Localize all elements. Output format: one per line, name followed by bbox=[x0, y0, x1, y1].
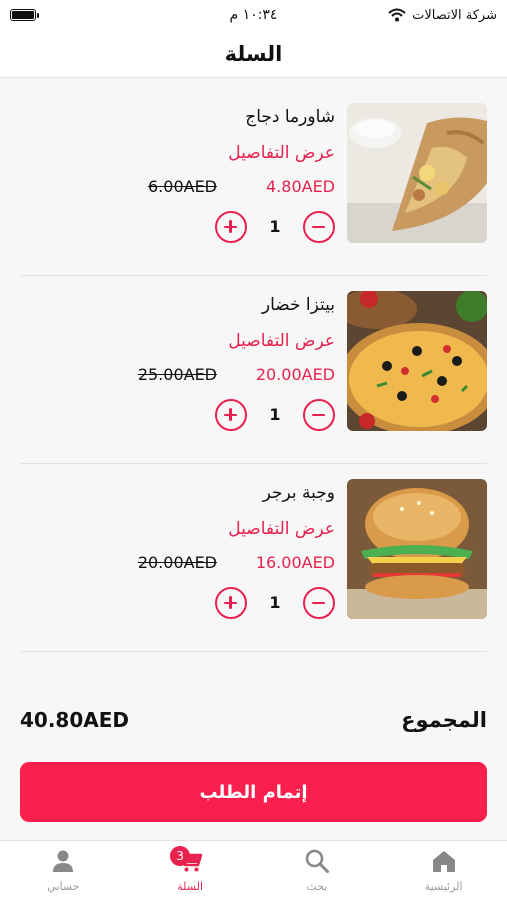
app-header: السلة bbox=[0, 30, 507, 78]
tab-label: السلة bbox=[177, 880, 203, 893]
product-image-burger[interactable] bbox=[347, 479, 487, 619]
page-title: السلة bbox=[224, 41, 283, 66]
item-old-price: 6.00AED bbox=[148, 177, 217, 196]
tab-label: الرئيسية bbox=[424, 880, 463, 893]
item-old-price: 20.00AED bbox=[137, 553, 217, 572]
item-name: شاورما دجاج bbox=[245, 107, 335, 127]
decrease-quantity-button[interactable] bbox=[303, 587, 335, 619]
cart-list: شاورما دجاج عرض التفاصيل 4.80AED 6.00AED… bbox=[20, 88, 487, 652]
item-price: 16.00AED bbox=[255, 553, 335, 572]
item-price: 4.80AED bbox=[266, 177, 335, 196]
tab-label: حسابي bbox=[47, 880, 80, 893]
view-details-link[interactable]: عرض التفاصيل bbox=[228, 519, 335, 539]
item-name: وجبة برجر bbox=[262, 483, 335, 503]
quantity-stepper: 1 bbox=[215, 211, 335, 245]
tab-search[interactable]: بحث bbox=[254, 841, 381, 900]
total-value: 40.80AED bbox=[20, 708, 130, 732]
item-old-price: 25.00AED bbox=[137, 365, 217, 384]
cart-item: بيتزا خضار عرض التفاصيل 20.00AED 25.00AE… bbox=[20, 276, 487, 464]
tab-home[interactable]: الرئيسية bbox=[380, 841, 507, 900]
product-image-shawarma[interactable] bbox=[347, 103, 487, 243]
decrease-quantity-button[interactable] bbox=[303, 399, 335, 431]
decrease-quantity-button[interactable] bbox=[303, 211, 335, 243]
increase-quantity-button[interactable] bbox=[215, 399, 247, 431]
cart-count-badge: 3 bbox=[170, 846, 191, 866]
item-info: وجبة برجر عرض التفاصيل 16.00AED 20.00AED… bbox=[20, 479, 335, 629]
tab-label: بحث bbox=[306, 880, 328, 893]
quantity-stepper: 1 bbox=[215, 587, 335, 621]
quantity-value: 1 bbox=[269, 593, 281, 612]
wifi-icon bbox=[388, 8, 406, 22]
battery-icon bbox=[10, 9, 39, 21]
status-bar: ١٠:٣٤ م شركة الاتصالات bbox=[0, 0, 507, 30]
view-details-link[interactable]: عرض التفاصيل bbox=[228, 143, 335, 163]
item-info: بيتزا خضار عرض التفاصيل 20.00AED 25.00AE… bbox=[20, 291, 335, 441]
checkout-button[interactable]: إتمام الطلب bbox=[20, 762, 487, 822]
person-icon bbox=[53, 850, 74, 872]
carrier-name: شركة الاتصالات bbox=[412, 7, 497, 23]
cart-item: وجبة برجر عرض التفاصيل 16.00AED 20.00AED… bbox=[20, 464, 487, 652]
item-price: 20.00AED bbox=[255, 365, 335, 384]
quantity-value: 1 bbox=[269, 405, 281, 424]
item-name: بيتزا خضار bbox=[261, 295, 335, 315]
search-icon bbox=[305, 849, 329, 873]
order-total: 40.80AED المجموع bbox=[20, 700, 487, 740]
total-label: المجموع bbox=[401, 708, 487, 732]
home-icon bbox=[432, 851, 455, 872]
quantity-stepper: 1 bbox=[215, 399, 335, 433]
cart-item: شاورما دجاج عرض التفاصيل 4.80AED 6.00AED… bbox=[20, 88, 487, 276]
increase-quantity-button[interactable] bbox=[215, 211, 247, 243]
bottom-tab-bar: حسابي 3 السلة بحث الرئيسية bbox=[0, 840, 507, 900]
item-info: شاورما دجاج عرض التفاصيل 4.80AED 6.00AED… bbox=[20, 103, 335, 253]
tab-cart[interactable]: 3 السلة bbox=[127, 841, 254, 900]
tab-account[interactable]: حسابي bbox=[0, 841, 127, 900]
increase-quantity-button[interactable] bbox=[215, 587, 247, 619]
view-details-link[interactable]: عرض التفاصيل bbox=[228, 331, 335, 351]
product-image-pizza[interactable] bbox=[347, 291, 487, 431]
quantity-value: 1 bbox=[269, 217, 281, 236]
status-right: شركة الاتصالات bbox=[388, 8, 497, 23]
